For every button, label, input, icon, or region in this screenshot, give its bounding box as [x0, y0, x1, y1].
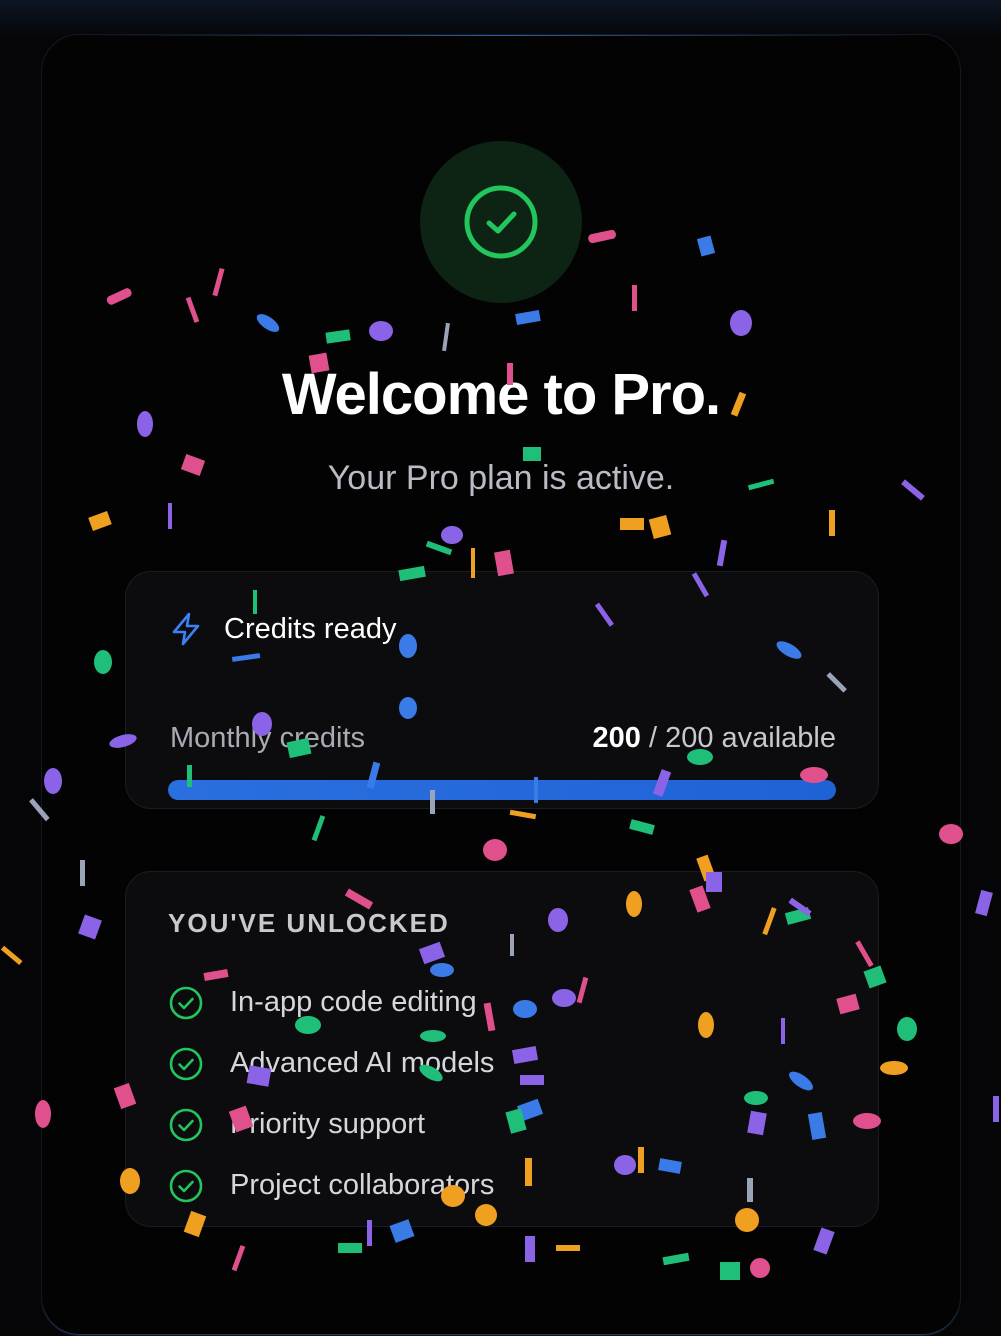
check-circle-icon — [464, 185, 538, 259]
welcome-modal: Welcome to Pro. Your Pro plan is active.… — [41, 34, 961, 1336]
unlocked-heading: YOU'VE UNLOCKED — [168, 908, 450, 938]
unlocked-card: YOU'VE UNLOCKED In-app code editing Adva… — [125, 871, 879, 1227]
feature-label: Project collaborators — [230, 1169, 495, 1201]
success-badge — [420, 141, 582, 303]
credits-progress-bar — [168, 780, 836, 800]
list-item: In-app code editing — [168, 972, 494, 1033]
credits-title: Credits ready — [224, 612, 397, 645]
credits-progress-fill — [168, 780, 836, 800]
lightning-icon — [172, 612, 200, 646]
monthly-credits-label: Monthly credits — [170, 722, 366, 754]
list-item: Advanced AI models — [168, 1033, 494, 1094]
credits-count: 200 — [592, 722, 641, 754]
feature-label: In-app code editing — [230, 986, 477, 1018]
page-title: Welcome to Pro. — [281, 362, 721, 427]
page-subtitle: Your Pro plan is active. — [327, 459, 675, 497]
feature-list: In-app code editing Advanced AI models P… — [168, 972, 494, 1216]
credits-total: 200 available — [665, 722, 836, 754]
check-circle-icon — [169, 986, 203, 1019]
credits-card: Credits ready Monthly credits 200 / 200 … — [125, 571, 879, 809]
list-item: Project collaborators — [168, 1155, 494, 1216]
check-circle-icon — [169, 1169, 203, 1202]
check-circle-icon — [169, 1047, 203, 1080]
list-item: Priority support — [168, 1094, 494, 1155]
credits-header: Credits ready — [170, 612, 396, 646]
feature-label: Priority support — [230, 1108, 426, 1140]
credits-separator: / — [648, 722, 658, 754]
check-circle-icon — [169, 1108, 203, 1141]
feature-label: Advanced AI models — [230, 1047, 495, 1079]
credits-available: 200 / 200 available — [593, 722, 837, 755]
